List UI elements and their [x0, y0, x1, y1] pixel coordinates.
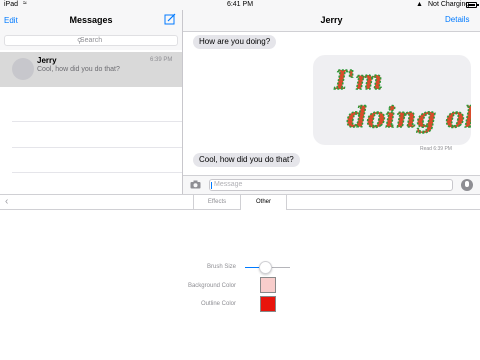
message-bubble: Cool, how did you do that?	[193, 153, 300, 167]
pane-divider	[182, 10, 183, 194]
conversation-name: Jerry	[37, 56, 57, 65]
message-placeholder: Message	[214, 181, 243, 188]
status-time: 6:41 PM	[226, 1, 254, 8]
search-input[interactable]: Search ⚲	[4, 35, 178, 46]
tab-other[interactable]: Other	[240, 195, 287, 210]
bluetooth-icon: ▲	[416, 1, 423, 8]
compose-icon[interactable]	[164, 13, 176, 25]
chat-header: Jerry Details	[183, 10, 480, 32]
conversation-preview: Cool, how did you do that?	[37, 66, 120, 73]
chevron-left-icon[interactable]: ‹	[5, 196, 8, 207]
read-receipt: Read 6:39 PM	[420, 146, 452, 152]
outline-color-swatch[interactable]	[260, 296, 276, 312]
messages-title: Messages	[69, 15, 113, 25]
contact-name: Jerry	[320, 15, 343, 25]
microphone-icon[interactable]	[461, 179, 473, 191]
charging-status: Not Charging	[428, 1, 470, 8]
avatar	[12, 58, 34, 80]
tab-effects[interactable]: Effects	[193, 195, 240, 209]
status-bar: iPad ≈ 6:41 PM ▲ Not Charging	[0, 0, 480, 10]
list-divider	[12, 147, 182, 148]
sticker-art: I'm doing ok	[333, 65, 480, 135]
sticker-line-1: I'm	[334, 66, 383, 96]
search-placeholder: Search	[79, 37, 103, 44]
brush-size-label: Brush Size	[206, 264, 236, 270]
conversation-item-jerry[interactable]: Jerry Cool, how did you do that? 6:39 PM	[0, 52, 182, 87]
sticker-message[interactable]: I'm doing ok	[313, 55, 480, 145]
list-divider	[12, 121, 182, 122]
battery-icon	[466, 2, 479, 8]
camera-icon[interactable]	[190, 180, 201, 189]
conversation-time: 6:39 PM	[150, 57, 173, 63]
search-container: Search ⚲	[0, 32, 182, 50]
list-divider	[12, 172, 182, 173]
extension-tab-bar: ‹ Effects Other	[0, 194, 480, 210]
outline-color-label: Outline Color	[200, 301, 236, 307]
message-input[interactable]: Message	[209, 179, 453, 191]
background-color-swatch[interactable]	[260, 277, 276, 293]
brush-size-slider-knob[interactable]	[259, 261, 272, 274]
search-icon: ⚲	[77, 38, 83, 45]
conversations-header: Edit Messages	[0, 10, 182, 32]
sticker-line-2: doing ok	[347, 101, 471, 134]
background-color-label: Background Color	[187, 283, 236, 289]
details-button[interactable]: Details	[445, 15, 469, 24]
message-input-bar: Message	[183, 175, 480, 194]
message-bubble: How are you doing?	[193, 35, 277, 49]
text-caret	[211, 182, 212, 189]
